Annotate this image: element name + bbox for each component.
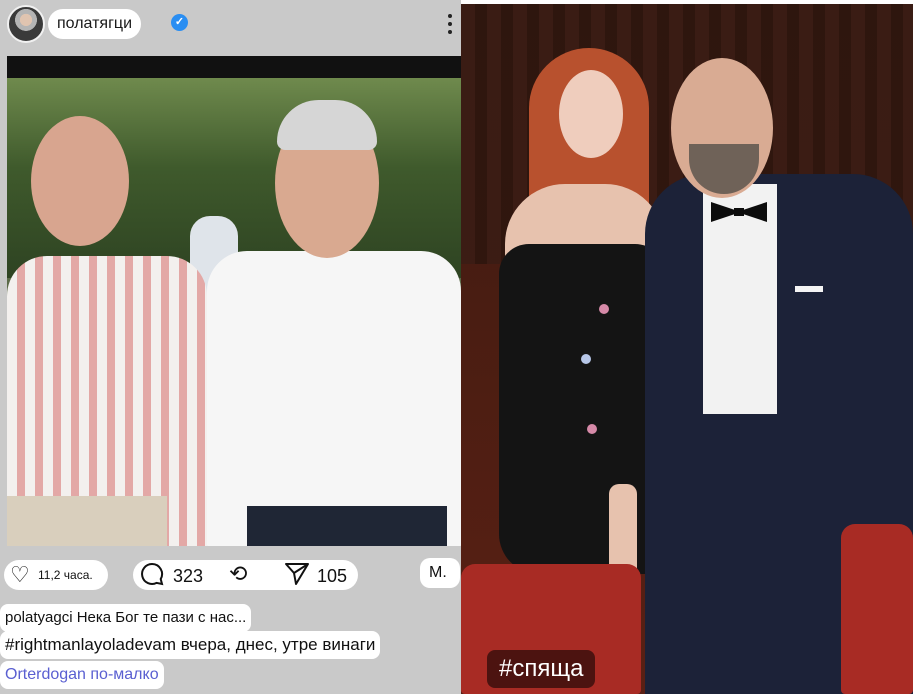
post-photo[interactable]	[7, 56, 461, 546]
photo-trousers-left	[7, 496, 167, 546]
photo-person-white-shirt	[207, 251, 461, 546]
engagement-stats: 323 ⟲ 105	[133, 560, 358, 590]
avatar[interactable]	[7, 5, 45, 43]
comment-bubble-icon[interactable]	[139, 561, 165, 587]
post-actions: ♡ 11,2 часа. 323 ⟲ 105 M.	[0, 558, 461, 594]
repost-icon[interactable]: ⟲	[229, 561, 247, 587]
photo-dress-embroidery	[581, 354, 591, 364]
caption-text: polatyagci Нека Бог те пази с нас...	[0, 604, 252, 632]
caption-mention[interactable]: Orterdogan по-малко	[0, 661, 164, 689]
photo-seat-right	[841, 524, 913, 694]
photo-trousers-right	[247, 506, 447, 546]
story-hashtag-sticker[interactable]: #спяща	[487, 650, 596, 688]
send-icon[interactable]	[283, 561, 311, 587]
photo-top-bar	[7, 56, 461, 78]
save-label: M.	[429, 564, 447, 581]
photo-bowtie	[711, 202, 767, 222]
username-link[interactable]: полатягци	[48, 9, 142, 39]
verified-icon: ✓	[171, 14, 188, 31]
shares-count: 105	[317, 566, 348, 586]
photo-woman-face	[559, 70, 623, 158]
instagram-post-panel: полатягци ✓ ♡ 11,2 часа. 323 ⟲ 105 M. po…	[0, 0, 461, 694]
like-button[interactable]: ♡ 11,2 часа.	[4, 560, 108, 590]
more-vertical-icon[interactable]	[444, 12, 456, 36]
story-photo[interactable]	[461, 4, 913, 694]
photo-dress-embroidery	[587, 424, 597, 434]
photo-dress-embroidery	[599, 304, 609, 314]
post-header: полатягци ✓	[0, 0, 461, 50]
photo-person-head-left	[31, 116, 129, 246]
likes-count: 11,2 часа.	[38, 568, 93, 582]
heart-icon[interactable]: ♡	[10, 564, 30, 586]
comments-count: 323	[173, 566, 204, 586]
save-button[interactable]: M.	[420, 558, 460, 588]
photo-woman-dress	[499, 244, 665, 574]
photo-pocket-square	[795, 286, 823, 292]
caption-hashtags[interactable]: #rightmanlayoladevam вчера, днес, утре в…	[0, 631, 381, 659]
